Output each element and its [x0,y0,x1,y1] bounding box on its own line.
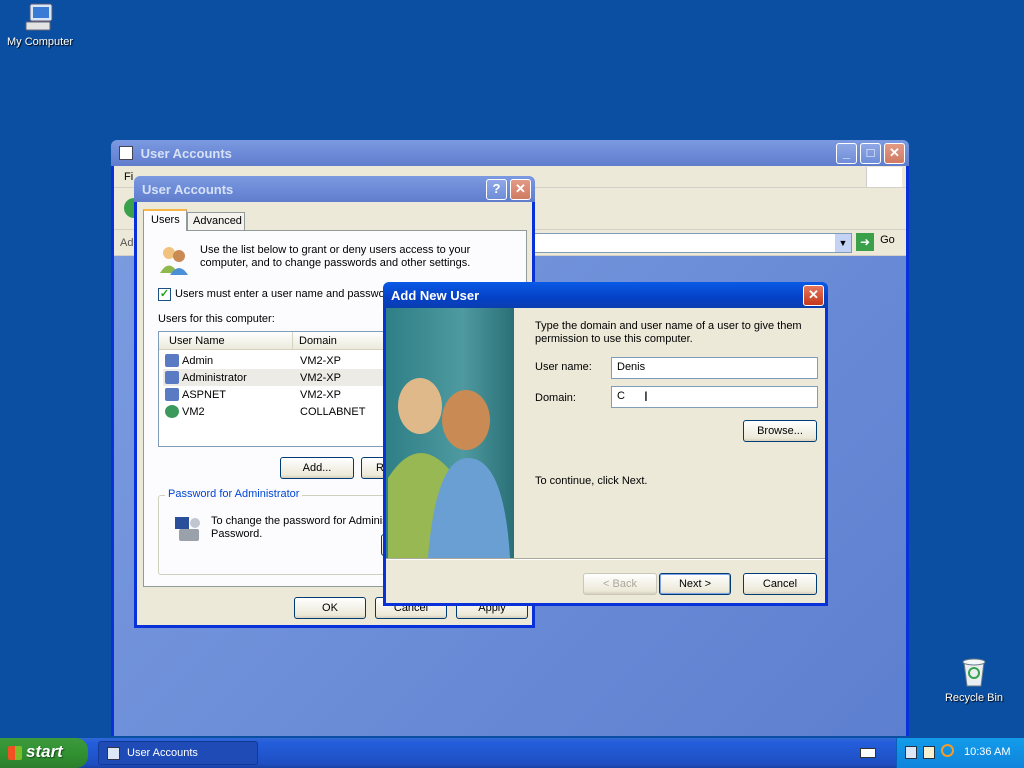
dialog-close-button[interactable]: ✕ [510,179,531,200]
user-icon [165,371,179,384]
tab-advanced-label: Advanced [193,215,242,227]
user-domain-cell: VM2-XP [300,389,341,401]
user-accounts-window-titlebar[interactable]: User Accounts _ □ ✕ [111,140,909,166]
add-user-cancel-button[interactable]: Cancel [743,573,817,595]
tab-advanced[interactable]: Advanced [187,212,245,231]
user-icon [165,354,179,367]
start-button[interactable]: start [0,738,88,768]
maximize-button[interactable]: □ [860,143,881,164]
wizard-banner [386,308,514,558]
user-accounts-window-title: User Accounts [140,146,232,161]
intro-text: Use the list below to grant or deny user… [200,244,471,269]
close-button[interactable]: ✕ [884,143,905,164]
users-group-icon [158,243,190,275]
tab-users-label: Users [151,214,180,226]
address-label: Ad [120,237,134,249]
add-new-user-title: Add New User [391,288,480,303]
system-tray: 10:36 AM [896,738,1024,768]
recycle-bin-desktop-icon[interactable]: Recycle Bin [934,656,1014,704]
text-cursor-icon: I [644,388,648,404]
taskbar: start User Accounts 10:36 AM [0,738,1024,768]
user-name-cell: Admin [182,355,214,367]
start-label: start [26,742,63,761]
add-user-button[interactable]: Add... [280,457,354,479]
minimize-button[interactable]: _ [836,143,857,164]
clock[interactable]: 10:36 AM [964,746,1010,758]
password-group-title: Password for Administrator [165,488,303,500]
user-accounts-window-icon [119,146,133,160]
user-accounts-dialog-title: User Accounts [142,182,234,197]
user-name-cell: Administrator [182,372,247,384]
require-password-label[interactable]: Users must enter a user name and passwor… [175,288,395,300]
go-button[interactable]: ➜ Go [856,233,902,253]
go-label: Go [880,234,895,246]
user-domain-cell: VM2-XP [300,372,341,384]
user-name-cell: ASPNET [182,389,227,401]
address-dropdown-icon[interactable]: ▼ [835,234,851,252]
domain-user-icon [165,405,179,418]
user-icon [165,388,179,401]
menu-file-partial[interactable]: Fi [124,171,133,183]
user-accounts-dialog-titlebar[interactable]: User Accounts ? ✕ [134,176,535,202]
go-arrow-icon: ➜ [856,233,874,251]
add-user-close-button[interactable]: ✕ [803,285,824,306]
column-header-username[interactable]: User Name [159,332,293,350]
recycle-bin-label: Recycle Bin [944,692,1004,704]
next-button[interactable]: Next > [659,573,731,595]
password-description: To change the password for Adminis Passw… [211,515,388,540]
taskbar-item-label: User Accounts [127,747,198,759]
add-new-user-titlebar[interactable]: Add New User ✕ [383,282,828,308]
username-label: User name: [535,361,592,373]
password-keyboard-icon [173,514,203,544]
security-icon[interactable] [923,746,935,759]
user-name-cell: VM2 [182,406,205,418]
recycle-bin-icon [959,656,989,688]
continue-text: To continue, click Next. [535,475,648,487]
user-domain-cell: VM2-XP [300,355,341,367]
tab-users[interactable]: Users [143,209,187,231]
domain-input[interactable]: C I [611,386,818,408]
windows-logo-icon [866,167,902,187]
keyboard-icon[interactable] [860,748,876,758]
windows-flag-icon [8,746,22,760]
domain-label: Domain: [535,392,576,404]
network-icon[interactable] [905,746,917,759]
ok-button[interactable]: OK [294,597,366,619]
require-password-checkbox[interactable]: ✓ [158,288,171,301]
domain-input-value: C [617,390,625,402]
my-computer-desktop-icon[interactable]: My Computer [0,2,80,48]
user-domain-cell: COLLABNET [300,406,366,418]
users-label: Users for this computer: [158,313,275,325]
add-new-user-dialog: Add New User ✕ Type the domain and user … [383,282,828,606]
computer-icon [24,2,56,32]
dialog-separator [386,558,825,560]
back-button[interactable]: < Back [583,573,657,595]
users-illustration-icon [388,378,510,558]
taskbar-item-user-accounts[interactable]: User Accounts [98,741,258,765]
help-button[interactable]: ? [486,179,507,200]
user-accounts-task-icon [107,747,120,760]
my-computer-label: My Computer [6,36,74,48]
browse-button[interactable]: Browse... [743,420,817,442]
search-icon[interactable] [941,744,954,757]
instruction-text: Type the domain and user name of a user … [535,320,802,345]
username-input[interactable]: Denis [611,357,818,379]
